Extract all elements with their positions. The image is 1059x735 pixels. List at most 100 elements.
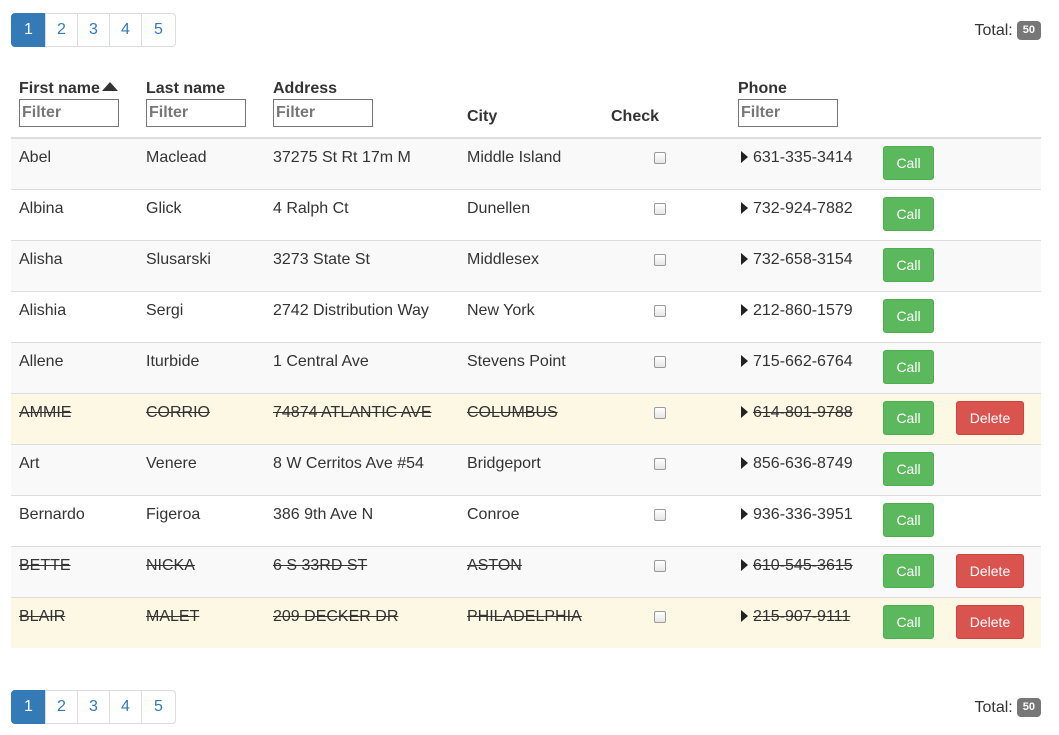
address-cell: 6 S 33rd St: [273, 557, 368, 574]
first-name-cell: Albina: [19, 200, 64, 217]
column-check[interactable]: Check: [611, 108, 659, 126]
call-button[interactable]: Call: [883, 197, 934, 231]
page-2-button[interactable]: 2: [45, 13, 78, 47]
phone-number: 856-636-8749: [753, 455, 853, 472]
row-checkbox[interactable]: [654, 254, 666, 266]
table-row: Bette Nicka 6 S 33rd St Aston 610-545-36…: [11, 546, 1041, 597]
table-row: Ammie Corrio 74874 Atlantic Ave Columbus…: [11, 393, 1041, 444]
phone-cell: 212-860-1579: [741, 302, 853, 320]
page-3-button[interactable]: 3: [77, 13, 110, 47]
phone-number: 732-924-7882: [753, 200, 853, 217]
call-button[interactable]: Call: [883, 248, 934, 282]
call-button[interactable]: Call: [883, 299, 934, 333]
top-pagination-bar: 1 2 3 4 5 Total: 50: [11, 13, 1041, 49]
row-checkbox[interactable]: [654, 509, 666, 521]
city-cell: Stevens Point: [467, 353, 566, 370]
row-checkbox[interactable]: [654, 152, 666, 164]
column-phone[interactable]: Phone: [738, 80, 838, 127]
last-name-header-label: Last name: [146, 80, 226, 97]
page-1-button[interactable]: 1: [11, 690, 46, 724]
delete-button[interactable]: Delete: [956, 605, 1024, 639]
bottom-pagination-bar: 1 2 3 4 5 Total: 50: [11, 690, 1041, 726]
play-icon[interactable]: [741, 610, 748, 622]
phone-filter-input[interactable]: [738, 99, 838, 127]
play-icon[interactable]: [741, 508, 748, 520]
first-name-cell: Abel: [19, 149, 52, 166]
column-city[interactable]: City: [467, 108, 497, 126]
play-icon[interactable]: [741, 406, 748, 418]
call-button[interactable]: Call: [883, 452, 934, 486]
play-icon[interactable]: [741, 202, 748, 214]
phone-cell: 215-907-9111: [741, 608, 850, 626]
call-button[interactable]: Call: [883, 503, 934, 537]
page-4-button[interactable]: 4: [109, 13, 142, 47]
table-row: Alishia Sergi 2742 Distribution Way New …: [11, 291, 1041, 342]
phone-number: 215-907-9111: [753, 608, 851, 625]
call-button[interactable]: Call: [883, 146, 934, 180]
city-cell: Columbus: [467, 404, 558, 421]
page-4-button[interactable]: 4: [109, 690, 142, 724]
row-checkbox[interactable]: [654, 305, 666, 317]
column-address[interactable]: Address: [273, 80, 373, 127]
play-icon[interactable]: [741, 151, 748, 163]
city-cell: Dunellen: [467, 200, 531, 217]
call-button[interactable]: Call: [883, 605, 934, 639]
address-cell: 4 Ralph Ct: [273, 200, 349, 217]
column-last-name[interactable]: Last name: [146, 80, 246, 127]
page-5-button[interactable]: 5: [141, 690, 176, 724]
table-body: Abel Maclead 37275 St Rt 17m M Middle Is…: [11, 139, 1041, 648]
page-3-button[interactable]: 3: [77, 690, 110, 724]
phone-cell: 614-801-9788: [741, 404, 853, 422]
first-name-filter-input[interactable]: [19, 99, 119, 127]
last-name-cell: Corrio: [146, 404, 210, 421]
address-cell: 386 9th Ave N: [273, 506, 374, 523]
play-icon[interactable]: [741, 457, 748, 469]
city-cell: Philadelphia: [467, 608, 582, 625]
row-checkbox[interactable]: [654, 458, 666, 470]
address-cell: 1 Central Ave: [273, 353, 369, 370]
last-name-cell: Malet: [146, 608, 200, 625]
phone-cell: 936-336-3951: [741, 506, 853, 524]
phone-cell: 715-662-6764: [741, 353, 853, 371]
address-filter-input[interactable]: [273, 99, 373, 127]
row-checkbox[interactable]: [654, 407, 666, 419]
address-cell: 2742 Distribution Way: [273, 302, 429, 319]
call-button[interactable]: Call: [883, 350, 934, 384]
address-cell: 37275 St Rt 17m M: [273, 149, 411, 166]
pagination: 1 2 3 4 5: [11, 13, 176, 47]
call-button[interactable]: Call: [883, 401, 934, 435]
call-button[interactable]: Call: [883, 554, 934, 588]
sort-ascending-icon: [101, 81, 118, 91]
total-badge: 50: [1016, 21, 1041, 40]
delete-button[interactable]: Delete: [956, 401, 1024, 435]
city-cell: Conroe: [467, 506, 520, 523]
page-5-button[interactable]: 5: [141, 13, 176, 47]
column-first-name[interactable]: First name: [19, 80, 119, 127]
table-row: Alisha Slusarski 3273 State St Middlesex…: [11, 240, 1041, 291]
total-count: Total: 50: [975, 698, 1041, 717]
last-name-cell: Maclead: [146, 149, 207, 166]
row-checkbox[interactable]: [654, 560, 666, 572]
first-name-cell: Allene: [19, 353, 64, 370]
city-cell: Middle Island: [467, 149, 562, 166]
phone-number: 631-335-3414: [753, 149, 853, 166]
row-checkbox[interactable]: [654, 356, 666, 368]
city-cell: Aston: [467, 557, 522, 574]
play-icon[interactable]: [741, 355, 748, 367]
contacts-table: First name Last name Address City Check …: [11, 70, 1041, 648]
pagination: 1 2 3 4 5: [11, 690, 176, 724]
last-name-filter-input[interactable]: [146, 99, 246, 127]
play-icon[interactable]: [741, 559, 748, 571]
phone-number: 732-658-3154: [753, 251, 853, 268]
address-header-label: Address: [273, 80, 338, 97]
row-checkbox[interactable]: [654, 203, 666, 215]
delete-button[interactable]: Delete: [956, 554, 1024, 588]
row-checkbox[interactable]: [654, 611, 666, 623]
play-icon[interactable]: [741, 253, 748, 265]
play-icon[interactable]: [741, 304, 748, 316]
page-2-button[interactable]: 2: [45, 690, 78, 724]
page-1-button[interactable]: 1: [11, 13, 46, 47]
total-badge: 50: [1016, 698, 1041, 717]
first-name-cell: Art: [19, 455, 40, 472]
first-name-cell: Bette: [19, 557, 71, 574]
